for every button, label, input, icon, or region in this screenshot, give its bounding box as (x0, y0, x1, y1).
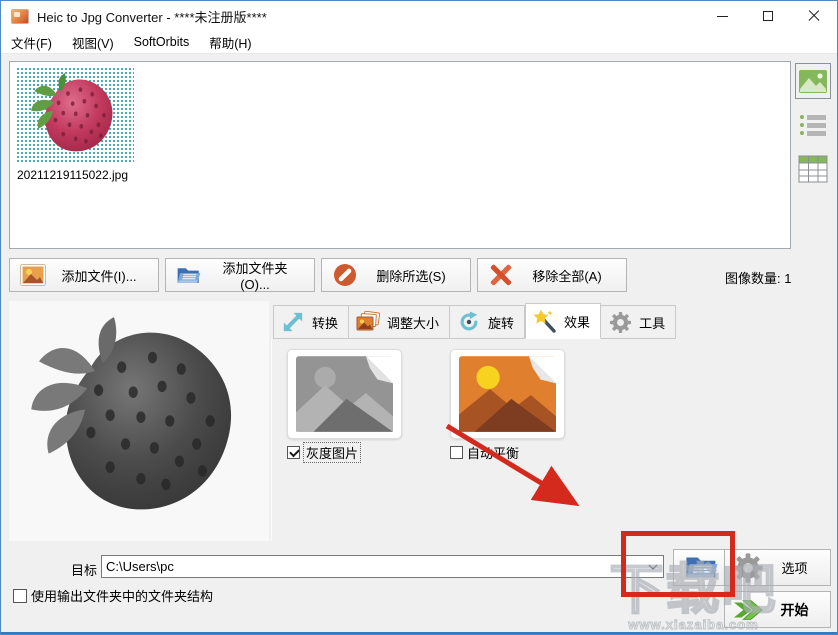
menu-softorbits[interactable]: SoftOrbits (124, 32, 200, 52)
tab-tools-label: 工具 (639, 313, 665, 332)
destination-dropdown-button[interactable] (643, 556, 663, 577)
output-structure-checkbox[interactable] (13, 589, 27, 603)
rotate-icon (456, 310, 482, 334)
add-files-icon (20, 263, 46, 287)
table-view-icon (798, 155, 828, 183)
list-view-icon (800, 112, 826, 139)
grayscale-checkbox-row[interactable]: 灰度图片 (287, 443, 360, 462)
output-structure-row[interactable]: 使用输出文件夹中的文件夹结构 (13, 586, 213, 605)
add-folder-label: 添加文件夹(O)... (214, 258, 296, 292)
file-list-panel: 20211219115022.jpg (9, 61, 791, 249)
browse-folder-icon (684, 553, 720, 582)
window-bottom-border (1, 632, 837, 634)
list-view-button[interactable] (795, 107, 831, 143)
menu-bar: 文件(F) 视图(V) SoftOrbits 帮助(H) (1, 31, 837, 54)
start-button[interactable]: 开始 (724, 591, 831, 628)
tab-tools[interactable]: 工具 (601, 305, 676, 339)
thumbnails-view-button[interactable] (795, 63, 831, 99)
app-icon (11, 9, 29, 24)
delete-selected-label: 删除所选(S) (370, 266, 452, 285)
tab-rotate[interactable]: 旋转 (450, 305, 525, 339)
chevron-down-icon (648, 564, 658, 570)
grayscale-preview-image (14, 309, 264, 531)
selected-thumbnail[interactable] (16, 67, 134, 164)
title-bar: Heic to Jpg Converter - ****未注册版**** (1, 1, 837, 31)
tab-convert[interactable]: 转换 (273, 305, 349, 339)
start-label: 开始 (769, 600, 820, 620)
close-button[interactable] (791, 1, 837, 31)
auto-balance-label: 自动平衡 (467, 443, 519, 462)
destination-path-input[interactable] (102, 559, 643, 574)
menu-view[interactable]: 视图(V) (62, 30, 124, 55)
auto-balance-checkbox-row[interactable]: 自动平衡 (450, 443, 519, 462)
tab-effects-label: 效果 (564, 312, 590, 331)
remove-all-label: 移除全部(A) (526, 266, 608, 285)
grayscale-effect-icon (296, 356, 393, 432)
grayscale-checkbox[interactable] (287, 446, 300, 459)
options-label: 选项 (769, 558, 820, 577)
auto-balance-effect-card[interactable] (450, 349, 565, 439)
options-button[interactable]: 选项 (724, 549, 831, 586)
effects-wand-icon (532, 309, 558, 333)
preview-pane (9, 301, 269, 541)
close-icon (808, 10, 820, 22)
minimize-button[interactable] (699, 1, 745, 31)
tab-bar: 转换 调整大小 旋转 (273, 303, 676, 339)
effects-panel: 灰度图片 自动平衡 (271, 339, 791, 541)
auto-balance-effect-icon (459, 356, 556, 432)
tab-effects[interactable]: 效果 (525, 303, 601, 339)
delete-selected-icon (332, 263, 358, 287)
browse-folder-button[interactable] (673, 549, 731, 586)
destination-label: 目标 (71, 560, 97, 579)
maximize-button[interactable] (745, 1, 791, 31)
destination-combobox[interactable] (101, 555, 664, 578)
image-count-label: 图像数量: 1 (725, 268, 791, 287)
tools-gear-icon (607, 310, 633, 334)
delete-selected-button[interactable]: 删除所选(S) (321, 258, 471, 292)
resize-icon (355, 310, 381, 334)
add-folder-button[interactable]: 添加文件夹(O)... (165, 258, 315, 292)
add-files-button[interactable]: 添加文件(I)... (9, 258, 159, 292)
tab-convert-label: 转换 (312, 313, 338, 332)
grayscale-effect-card[interactable] (287, 349, 402, 439)
strawberry-thumbnail-image (24, 70, 126, 160)
grayscale-label: 灰度图片 (304, 443, 360, 462)
tab-resize[interactable]: 调整大小 (349, 305, 450, 339)
app-window: Heic to Jpg Converter - ****未注册版**** 文件(… (0, 0, 838, 635)
tab-resize-label: 调整大小 (387, 313, 439, 332)
convert-icon (280, 310, 306, 334)
view-mode-strip (793, 63, 833, 195)
file-name-label: 20211219115022.jpg (16, 168, 129, 182)
options-gear-icon (731, 552, 765, 584)
window-title: Heic to Jpg Converter - ****未注册版**** (37, 7, 267, 26)
menu-file[interactable]: 文件(F) (1, 30, 62, 55)
add-files-label: 添加文件(I)... (58, 266, 140, 285)
remove-all-button[interactable]: 移除全部(A) (477, 258, 627, 292)
output-structure-label: 使用输出文件夹中的文件夹结构 (31, 586, 213, 605)
minimize-icon (717, 16, 728, 17)
start-arrows-icon (731, 594, 765, 626)
tab-rotate-label: 旋转 (488, 313, 514, 332)
auto-balance-checkbox[interactable] (450, 446, 463, 459)
remove-all-icon (488, 263, 514, 287)
add-folder-icon (176, 263, 202, 287)
table-view-button[interactable] (795, 151, 831, 187)
file-thumbnail-item[interactable]: 20211219115022.jpg (16, 67, 136, 187)
menu-help[interactable]: 帮助(H) (199, 30, 261, 55)
thumbnails-view-icon (799, 70, 827, 93)
maximize-icon (763, 11, 773, 21)
